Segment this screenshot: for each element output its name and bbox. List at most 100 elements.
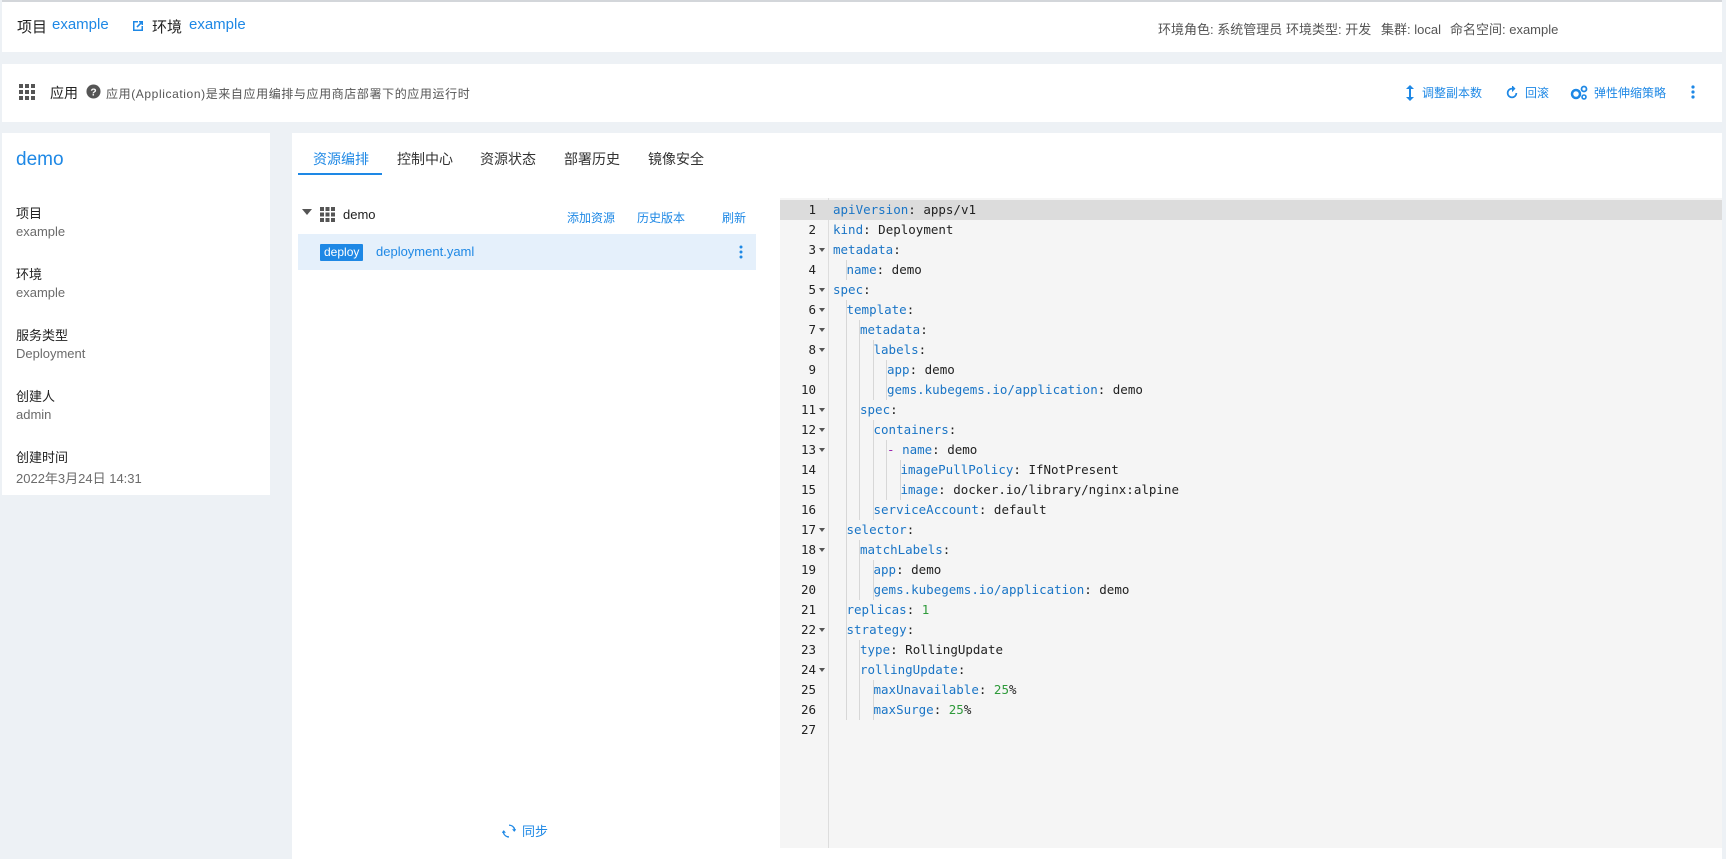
indent-guide	[845, 460, 847, 480]
app-info-panel: demo 项目 example 环境 example 服务类型 Deployme…	[2, 133, 270, 495]
code-line[interactable]: 12 containers:	[780, 420, 1722, 440]
code-line[interactable]: 25 maxUnavailable: 25%	[780, 680, 1722, 700]
history-version-button[interactable]: 历史版本	[637, 209, 685, 226]
hpa-policy-button[interactable]: 弹性伸缩策略	[1570, 84, 1666, 101]
code-text: imagePullPolicy: IfNotPresent	[900, 462, 1119, 477]
yaml-code-editor[interactable]: 1 apiVersion: apps/v1 2 kind: Deployment 3 me…	[780, 198, 1722, 848]
line-number: 25	[800, 682, 816, 697]
fold-toggle-icon[interactable]	[819, 628, 825, 632]
code-line[interactable]: 8 labels:	[780, 340, 1722, 360]
indent-guide	[859, 340, 860, 360]
tab-control-center[interactable]: 控制中心	[397, 149, 453, 169]
refresh-button[interactable]: 刷新	[722, 209, 746, 226]
code-line[interactable]: 16 serviceAccount: default	[780, 500, 1722, 520]
code-line[interactable]: 15 image: docker.io/library/nginx:alpine	[780, 480, 1722, 500]
more-vert-icon[interactable]	[738, 244, 744, 260]
scale-replicas-button[interactable]: 调整副本数	[1404, 84, 1482, 101]
app-name: demo	[16, 149, 64, 170]
code-line[interactable]: 9 app: demo	[780, 360, 1722, 380]
indent-guide	[845, 640, 847, 660]
code-line[interactable]: 14 imagePullPolicy: IfNotPresent	[780, 460, 1722, 480]
fold-toggle-icon[interactable]	[819, 428, 825, 432]
code-line[interactable]: 4 name: demo	[780, 260, 1722, 280]
code-line[interactable]: 19 app: demo	[780, 560, 1722, 580]
fold-toggle-icon[interactable]	[819, 248, 825, 252]
fold-toggle-icon[interactable]	[819, 288, 825, 292]
code-line[interactable]: 24 rollingUpdate:	[780, 660, 1722, 680]
info-key: 创建时间	[16, 450, 69, 465]
indent-guide	[845, 500, 847, 520]
code-line[interactable]: 1 apiVersion: apps/v1	[780, 200, 1722, 220]
fold-toggle-icon[interactable]	[819, 548, 825, 552]
code-text: replicas: 1	[846, 602, 930, 617]
rollback-button[interactable]: 回滚	[1505, 84, 1549, 101]
tab-resource-orchestration[interactable]: 资源编排	[313, 149, 369, 169]
info-value: admin	[16, 407, 52, 422]
resource-tree-root: demo 添加资源 历史版本 刷新	[298, 201, 756, 231]
expand-caret-icon[interactable]	[302, 209, 312, 215]
indent-guide	[845, 380, 847, 400]
svg-text:?: ?	[90, 87, 96, 98]
code-line[interactable]: 13 - name: demo	[780, 440, 1722, 460]
line-number: 7	[808, 322, 816, 337]
file-item-deployment[interactable]: deploy deployment.yaml	[298, 234, 756, 270]
indent-guide	[859, 460, 860, 480]
env-label: 环境	[152, 19, 183, 36]
tab-image-security[interactable]: 镜像安全	[648, 149, 704, 169]
code-line[interactable]: 27	[780, 720, 1722, 740]
line-number: 27	[800, 722, 816, 737]
line-number: 9	[808, 362, 816, 377]
code-line[interactable]: 23 type: RollingUpdate	[780, 640, 1722, 660]
apps-grid-icon	[19, 84, 35, 100]
fold-toggle-icon[interactable]	[819, 448, 825, 452]
indent-guide	[845, 580, 847, 600]
fold-toggle-icon[interactable]	[819, 308, 825, 312]
env-link[interactable]: example	[189, 16, 246, 33]
code-line[interactable]: 22 strategy:	[780, 620, 1722, 640]
code-line[interactable]: 21 replicas: 1	[780, 600, 1722, 620]
code-line[interactable]: 18 matchLabels:	[780, 540, 1722, 560]
external-link-icon[interactable]	[130, 18, 146, 34]
code-line[interactable]: 3 metadata:	[780, 240, 1722, 260]
code-line[interactable]: 20 gems.kubegems.io/application: demo	[780, 580, 1722, 600]
indent-guide	[872, 360, 874, 380]
project-link[interactable]: example	[52, 16, 109, 33]
apps-grid-icon	[320, 207, 335, 222]
fold-toggle-icon[interactable]	[819, 328, 825, 332]
code-line[interactable]: 5 spec:	[780, 280, 1722, 300]
code-text: selector:	[846, 522, 915, 537]
fold-toggle-icon[interactable]	[819, 528, 825, 532]
help-icon[interactable]: ?	[86, 84, 101, 99]
code-text: - name: demo	[887, 442, 978, 457]
tab-resource-status[interactable]: 资源状态	[480, 149, 536, 169]
code-text: template:	[846, 302, 915, 317]
code-line[interactable]: 17 selector:	[780, 520, 1722, 540]
line-number: 8	[808, 342, 816, 357]
tab-deploy-history[interactable]: 部署历史	[564, 149, 620, 169]
code-line[interactable]: 7 metadata:	[780, 320, 1722, 340]
line-number: 6	[808, 302, 816, 317]
code-line[interactable]: 6 template:	[780, 300, 1722, 320]
code-text: type: RollingUpdate	[860, 642, 1004, 657]
indent-guide	[845, 660, 847, 680]
line-number: 22	[800, 622, 816, 637]
code-line[interactable]: 11 spec:	[780, 400, 1722, 420]
code-text: serviceAccount: default	[873, 502, 1047, 517]
fold-toggle-icon[interactable]	[819, 408, 825, 412]
more-vert-icon[interactable]	[1690, 84, 1696, 100]
fold-toggle-icon[interactable]	[819, 348, 825, 352]
indent-guide	[859, 580, 860, 600]
line-number: 11	[800, 402, 816, 417]
code-line[interactable]: 10 gems.kubegems.io/application: demo	[780, 380, 1722, 400]
add-resource-button[interactable]: 添加资源	[567, 209, 615, 226]
line-number: 16	[800, 502, 816, 517]
sync-button[interactable]: 同步	[502, 821, 548, 840]
fold-toggle-icon[interactable]	[819, 668, 825, 672]
code-text: maxUnavailable: 25%	[873, 682, 1017, 697]
code-line[interactable]: 2 kind: Deployment	[780, 220, 1722, 240]
indent-guide	[859, 560, 860, 580]
file-name[interactable]: deployment.yaml	[376, 244, 474, 259]
code-text: metadata:	[833, 242, 901, 257]
code-line[interactable]: 26 maxSurge: 25%	[780, 700, 1722, 720]
indent-guide	[845, 560, 847, 580]
